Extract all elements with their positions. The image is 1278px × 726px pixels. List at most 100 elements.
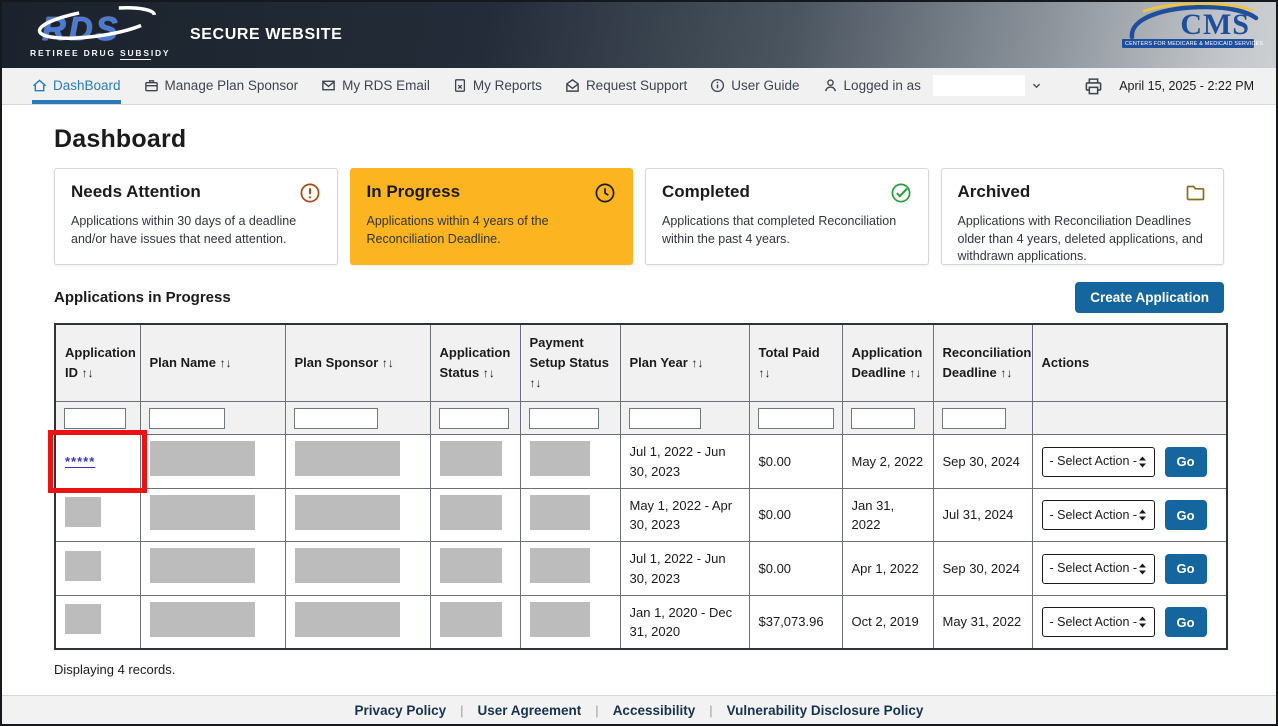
nav-item-dashboard[interactable]: DashBoard <box>32 68 121 104</box>
status-cards: Needs Attention Applications within 30 d… <box>54 168 1224 265</box>
filter-application-deadline-input[interactable] <box>851 408 915 429</box>
application-deadline-cell: Jan 31, 2022 <box>842 488 933 542</box>
col-label: Plan Year <box>630 355 688 370</box>
total-paid-cell: $37,073.96 <box>749 595 842 649</box>
action-select[interactable]: - Select Action - <box>1042 554 1155 584</box>
printer-icon[interactable] <box>1084 77 1103 96</box>
footer-link-vulnerability-disclosure-policy[interactable]: Vulnerability Disclosure Policy <box>727 703 924 718</box>
col-label: Plan Name <box>150 355 216 370</box>
col-header-total-paid[interactable]: Total Paid ↑↓ <box>749 324 842 402</box>
application-id-cell: ***** <box>55 435 140 489</box>
col-label: Plan Sponsor <box>295 355 379 370</box>
go-button[interactable]: Go <box>1165 554 1207 584</box>
col-header-application-status[interactable]: Application Status ↑↓ <box>430 324 520 402</box>
footer-separator: | <box>595 703 598 718</box>
nav-item-my-rds-email[interactable]: My RDS Email <box>321 68 430 104</box>
filter-reconciliation-deadline-input[interactable] <box>942 408 1006 429</box>
col-header-actions: Actions <box>1032 324 1227 402</box>
application-deadline-cell: Oct 2, 2019 <box>842 595 933 649</box>
col-header-reconciliation-deadline[interactable]: Reconciliation Deadline ↑↓ <box>933 324 1032 402</box>
actions-cell: - Select Action - Go <box>1032 595 1227 649</box>
col-header-payment-setup-status[interactable]: Payment Setup Status ↑↓ <box>520 324 620 402</box>
action-select[interactable]: - Select Action - <box>1042 447 1155 477</box>
filter-application-id-input[interactable] <box>64 408 126 429</box>
footer-separator: | <box>709 703 712 718</box>
nav-item-manage-plan-sponsor[interactable]: Manage Plan Sponsor <box>144 68 299 104</box>
filter-cell <box>842 402 933 435</box>
go-button[interactable]: Go <box>1165 500 1207 530</box>
clock-icon <box>594 182 616 204</box>
col-header-plan-year[interactable]: Plan Year ↑↓ <box>620 324 749 402</box>
filter-total-paid-input[interactable] <box>758 408 834 429</box>
card-title: In Progress <box>367 182 461 202</box>
redacted-value <box>65 497 101 527</box>
redacted-value <box>295 548 400 583</box>
footer-link-user-agreement[interactable]: User Agreement <box>478 703 582 718</box>
footer-link-accessibility[interactable]: Accessibility <box>613 703 696 718</box>
nav-item-user-guide[interactable]: User Guide <box>710 68 799 104</box>
chevron-down-icon <box>1031 80 1042 91</box>
total-paid-cell: $0.00 <box>749 542 842 596</box>
go-button[interactable]: Go <box>1165 447 1207 477</box>
redacted-value <box>150 548 255 583</box>
col-label: Actions <box>1042 355 1090 370</box>
filter-plan-name-input[interactable] <box>149 408 225 429</box>
select-arrows-icon <box>1138 563 1147 575</box>
application-deadline-cell: Apr 1, 2022 <box>842 542 933 596</box>
redacted-value <box>65 551 101 581</box>
total-paid-cell: $0.00 <box>749 435 842 489</box>
actions-cell: - Select Action - Go <box>1032 488 1227 542</box>
filter-cell <box>140 402 285 435</box>
plan-year-cell: May 1, 2022 - Apr 30, 2023 <box>620 488 749 542</box>
filter-plan-year-input[interactable] <box>629 408 701 429</box>
application-status-cell <box>430 595 520 649</box>
reconciliation-deadline-cell: Jul 31, 2024 <box>933 488 1032 542</box>
application-id-link[interactable]: ***** <box>65 454 95 469</box>
filter-plan-sponsor-input[interactable] <box>294 408 378 429</box>
redacted-value <box>440 548 502 583</box>
application-status-cell <box>430 542 520 596</box>
card-completed[interactable]: Completed Applications that completed Re… <box>645 168 929 265</box>
plan-name-cell <box>140 595 285 649</box>
card-description: Applications with Reconciliation Deadlin… <box>958 213 1208 266</box>
card-in-progress[interactable]: In Progress Applications within 4 years … <box>350 168 634 265</box>
filter-application-status-input[interactable] <box>439 408 509 429</box>
plan-year-cell: Jul 1, 2022 - Jun 30, 2023 <box>620 542 749 596</box>
reconciliation-deadline-cell: Sep 30, 2024 <box>933 435 1032 489</box>
sort-icon: ↑↓ <box>691 356 703 370</box>
col-header-application-deadline[interactable]: Application Deadline ↑↓ <box>842 324 933 402</box>
nav-item-label: User Guide <box>731 78 799 93</box>
col-label: Reconciliation Deadline <box>943 345 1032 380</box>
envelope-icon <box>321 78 336 93</box>
redacted-value <box>530 602 590 637</box>
sort-icon: ↑↓ <box>82 366 94 380</box>
redacted-value <box>150 441 255 476</box>
payment-setup-status-cell <box>520 542 620 596</box>
person-icon <box>823 78 838 93</box>
nav-item-my-reports[interactable]: My Reports <box>453 68 542 104</box>
footer-separator: | <box>460 703 463 718</box>
col-header-application-id[interactable]: Application ID ↑↓ <box>55 324 140 402</box>
action-select[interactable]: - Select Action - <box>1042 607 1155 637</box>
sort-icon: ↑↓ <box>483 366 495 380</box>
redacted-value <box>440 495 502 530</box>
card-archived[interactable]: Archived Applications with Reconciliatio… <box>941 168 1225 265</box>
action-select-label: - Select Action - <box>1050 452 1138 471</box>
footer-link-privacy-policy[interactable]: Privacy Policy <box>355 703 447 718</box>
redacted-value <box>530 548 590 583</box>
card-needs-attention[interactable]: Needs Attention Applications within 30 d… <box>54 168 338 265</box>
col-label: Application ID <box>65 345 136 380</box>
rds-swoosh-icon <box>30 5 160 51</box>
action-select[interactable]: - Select Action - <box>1042 500 1155 530</box>
nav-item-request-support[interactable]: Request Support <box>565 68 687 104</box>
create-application-button[interactable]: Create Application <box>1075 282 1224 313</box>
redacted-value <box>440 602 502 637</box>
logged-in-as-select[interactable]: Logged in as <box>823 68 1042 104</box>
filter-payment-setup-status-input[interactable] <box>529 408 599 429</box>
plan-sponsor-cell <box>285 488 430 542</box>
cms-logo: CMS CENTERS FOR MEDICARE & MEDICAID SERV… <box>1122 11 1254 48</box>
col-header-plan-name[interactable]: Plan Name ↑↓ <box>140 324 285 402</box>
col-header-plan-sponsor[interactable]: Plan Sponsor ↑↓ <box>285 324 430 402</box>
application-status-cell <box>430 435 520 489</box>
go-button[interactable]: Go <box>1165 607 1207 637</box>
